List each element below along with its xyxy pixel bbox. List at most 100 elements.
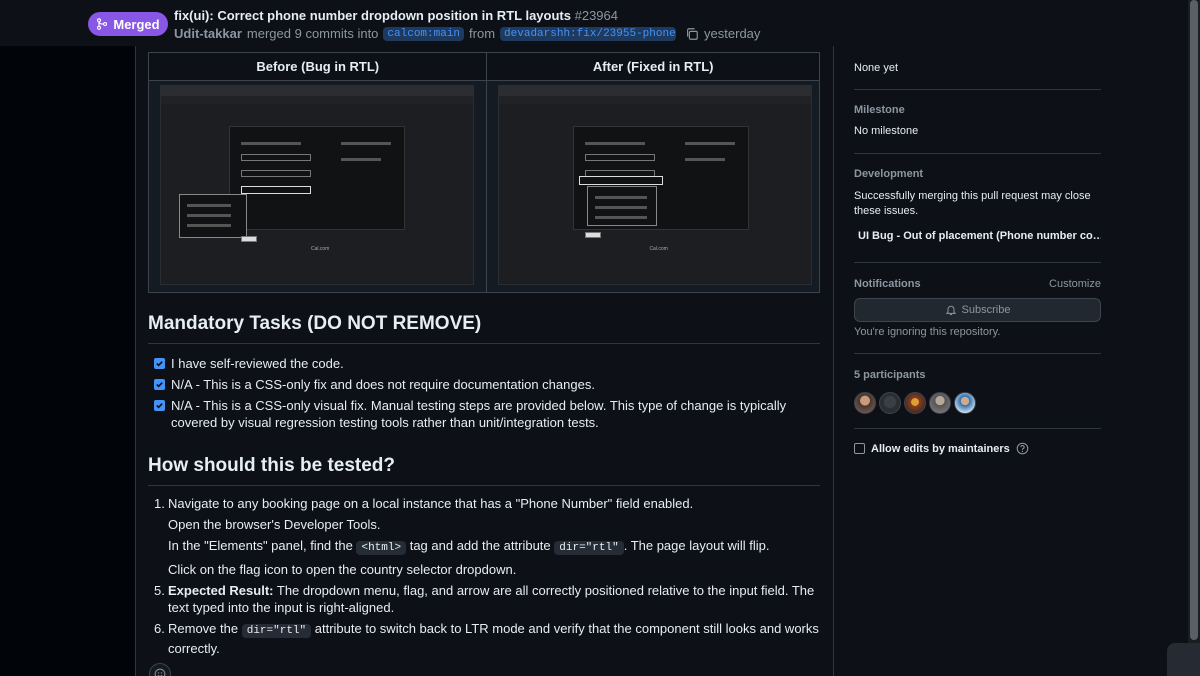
from-text: from bbox=[469, 26, 496, 41]
before-screenshot[interactable]: Cal.com bbox=[160, 85, 474, 285]
testing-heading: How should this be tested? bbox=[148, 455, 820, 486]
inline-code-dir-rtl: dir="rtl" bbox=[241, 624, 312, 638]
merged-status-label: Merged bbox=[113, 16, 160, 32]
pr-author-link[interactable]: Udit-takkar bbox=[174, 26, 242, 41]
pr-sticky-header: Merged fix(ui): Correct phone number dro… bbox=[0, 0, 1188, 46]
customize-link[interactable]: Customize bbox=[1049, 278, 1101, 290]
comparison-table: Before (Bug in RTL) After (Fixed in RTL)… bbox=[147, 52, 820, 293]
copy-icon[interactable] bbox=[685, 27, 699, 41]
avatar[interactable] bbox=[904, 392, 926, 414]
sidebar-divider bbox=[854, 89, 1101, 90]
task-item: I have self-reviewed the code. bbox=[154, 355, 820, 372]
subscribe-label: Subscribe bbox=[961, 304, 1011, 316]
before-header: Before (Bug in RTL) bbox=[147, 52, 488, 81]
participants-avatars bbox=[854, 392, 976, 414]
step-text: Click on the flag icon to open the count… bbox=[168, 562, 517, 577]
avatar[interactable] bbox=[929, 392, 951, 414]
linked-issue-title: UI Bug - Out of placement (Phone number … bbox=[858, 229, 1101, 242]
step-item: Open the browser's Developer Tools. bbox=[154, 516, 820, 533]
task-checkbox[interactable] bbox=[154, 400, 165, 411]
subscribe-button[interactable]: Subscribe bbox=[854, 298, 1101, 322]
step-item: In the "Elements" panel, find the <html>… bbox=[154, 537, 820, 557]
task-checkbox[interactable] bbox=[154, 358, 165, 369]
step-item: 5. Expected Result: The dropdown menu, f… bbox=[154, 582, 820, 616]
step-item: Click on the flag icon to open the count… bbox=[154, 561, 820, 578]
step-text-part: Remove the bbox=[168, 621, 239, 636]
question-icon[interactable] bbox=[1016, 442, 1029, 455]
left-gutter bbox=[0, 0, 135, 676]
participants-section: 5 participants bbox=[854, 369, 1101, 381]
step-text-part: tag and add the attribute bbox=[409, 538, 551, 553]
sidebar-divider bbox=[854, 353, 1101, 354]
scrollbar-thumb[interactable] bbox=[1190, 0, 1198, 640]
mandatory-task-list: I have self-reviewed the code. N/A - Thi… bbox=[154, 355, 820, 435]
step-text: In the "Elements" panel, find the <html>… bbox=[168, 537, 769, 557]
task-text: I have self-reviewed the code. bbox=[171, 356, 344, 371]
sidebar-divider bbox=[854, 153, 1101, 154]
step-number bbox=[154, 537, 168, 557]
pr-title: fix(ui): Correct phone number dropdown p… bbox=[174, 8, 618, 23]
projects-section: None yet bbox=[854, 62, 1101, 74]
check-icon bbox=[156, 361, 163, 367]
testing-steps-list: 1. Navigate to any booking page on a loc… bbox=[154, 495, 820, 661]
milestone-value: No milestone bbox=[854, 125, 919, 137]
allow-edits-checkbox[interactable] bbox=[854, 443, 865, 454]
smiley-icon bbox=[154, 668, 166, 676]
step-item: 6. Remove the dir="rtl" attribute to swi… bbox=[154, 620, 820, 657]
pr-title-text: fix(ui): Correct phone number dropdown p… bbox=[174, 8, 571, 23]
milestone-section: Milestone No milestone bbox=[854, 104, 1101, 137]
check-icon bbox=[156, 403, 163, 409]
step-text: Remove the dir="rtl" attribute to switch… bbox=[168, 620, 820, 657]
avatar[interactable] bbox=[854, 392, 876, 414]
step-number bbox=[154, 561, 168, 578]
notifications-section: Notifications Customize bbox=[854, 278, 1101, 290]
head-branch-link[interactable]: devadarshh:fix/23955-phone-… bbox=[500, 26, 677, 41]
base-branch-link[interactable]: calcom:main bbox=[383, 26, 465, 41]
participants-label: 5 participants bbox=[854, 369, 926, 381]
before-cell: Cal.com bbox=[147, 80, 488, 293]
mandatory-tasks-heading: Mandatory Tasks (DO NOT REMOVE) bbox=[148, 313, 820, 344]
allow-edits-control[interactable]: Allow edits by maintainers bbox=[854, 442, 1029, 455]
step-text-part: . The page layout will flip. bbox=[623, 538, 770, 553]
after-cell: Cal.com bbox=[486, 80, 820, 293]
task-item: N/A - This is a CSS-only fix and does no… bbox=[154, 376, 820, 393]
task-checkbox[interactable] bbox=[154, 379, 165, 390]
step-text: Expected Result: The dropdown menu, flag… bbox=[168, 582, 820, 616]
step-number: 1. bbox=[154, 496, 165, 511]
bell-icon bbox=[945, 305, 956, 315]
linked-issue-link[interactable]: UI Bug - Out of placement (Phone number … bbox=[854, 229, 1101, 242]
step-text: Open the browser's Developer Tools. bbox=[168, 517, 381, 532]
after-header: After (Fixed in RTL) bbox=[486, 52, 820, 81]
step-number bbox=[154, 516, 168, 533]
check-icon bbox=[156, 382, 163, 388]
inline-code-dir-rtl: dir="rtl" bbox=[554, 541, 624, 555]
floating-corner-button[interactable] bbox=[1167, 643, 1200, 676]
merge-icon bbox=[97, 18, 108, 30]
task-text: N/A - This is a CSS-only fix and does no… bbox=[171, 377, 595, 392]
merge-time: yesterday bbox=[704, 26, 761, 41]
pr-number: #23964 bbox=[574, 8, 618, 23]
after-screenshot[interactable]: Cal.com bbox=[498, 85, 813, 285]
milestone-label[interactable]: Milestone bbox=[854, 104, 1101, 116]
development-label[interactable]: Development bbox=[854, 168, 1101, 180]
avatar[interactable] bbox=[954, 392, 976, 414]
merged-status-badge: Merged bbox=[88, 12, 168, 36]
step-item: 1. Navigate to any booking page on a loc… bbox=[154, 495, 820, 512]
allow-edits-label: Allow edits by maintainers bbox=[871, 442, 1010, 455]
avatar[interactable] bbox=[879, 392, 901, 414]
sidebar-divider bbox=[854, 262, 1101, 263]
step-bold: Expected Result: bbox=[168, 583, 274, 598]
task-text: N/A - This is a CSS-only visual fix. Man… bbox=[171, 398, 787, 430]
ignoring-text: You're ignoring this repository. bbox=[854, 326, 1001, 338]
step-text-part: In the "Elements" panel, find the bbox=[168, 538, 353, 553]
step-text: Navigate to any booking page on a local … bbox=[168, 496, 694, 511]
merge-text: merged 9 commits into bbox=[246, 26, 379, 41]
development-section: Development Successfully merging this pu… bbox=[854, 168, 1101, 242]
step-number: 6. bbox=[154, 621, 165, 636]
pr-meta: Udit-takkar merged 9 commits into calcom… bbox=[174, 26, 760, 41]
sidebar-divider bbox=[854, 428, 1101, 429]
task-item: N/A - This is a CSS-only visual fix. Man… bbox=[154, 397, 820, 431]
notifications-label: Notifications bbox=[854, 278, 921, 290]
step-number: 5. bbox=[154, 583, 165, 598]
projects-value: None yet bbox=[854, 62, 899, 74]
